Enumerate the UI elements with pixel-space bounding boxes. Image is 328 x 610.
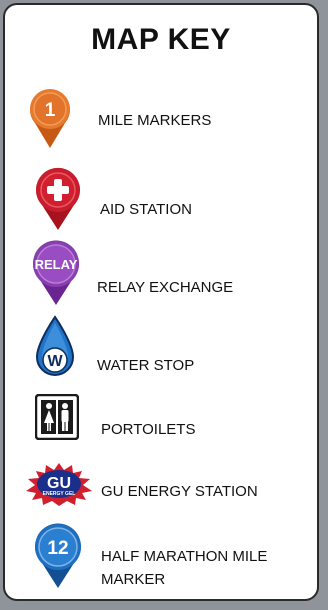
gu-badge-sub: ENERGY GEL bbox=[43, 491, 76, 497]
map-key-title: MAP KEY bbox=[91, 23, 231, 56]
mile-marker-pin-icon: 1 bbox=[27, 87, 73, 149]
gu-logo-icon: GU ENERGY GEL bbox=[24, 462, 94, 506]
relay-badge: RELAY bbox=[35, 257, 78, 272]
legend-label-aid-station: AID STATION bbox=[100, 201, 192, 218]
aid-station-pin-icon bbox=[33, 167, 83, 231]
gu-badge: GU bbox=[47, 475, 71, 492]
legend-label-half-marathon-mile-marker: HALF MARATHON MILE MARKER bbox=[101, 548, 268, 588]
half-marathon-badge: 12 bbox=[47, 538, 68, 559]
water-drop-icon: W bbox=[33, 315, 77, 379]
mile-marker-badge: 1 bbox=[45, 100, 56, 121]
map-key-panel: MAP KEY 1 MILE MARKERS AID STATION RELAY… bbox=[3, 3, 319, 601]
half-marathon-pin-icon: 12 bbox=[33, 523, 83, 589]
legend-label-mile-markers: MILE MARKERS bbox=[98, 112, 212, 129]
water-stop-badge: W bbox=[47, 353, 63, 370]
legend-label-portoilets: PORTOILETS bbox=[101, 421, 196, 438]
legend-label-water-stop: WATER STOP bbox=[97, 357, 195, 374]
legend-label-gu-energy-station: GU ENERGY STATION bbox=[101, 483, 258, 500]
relay-pin-icon: RELAY bbox=[31, 240, 81, 306]
legend-label-relay-exchange: RELAY EXCHANGE bbox=[97, 279, 234, 296]
restroom-icon bbox=[35, 394, 79, 440]
